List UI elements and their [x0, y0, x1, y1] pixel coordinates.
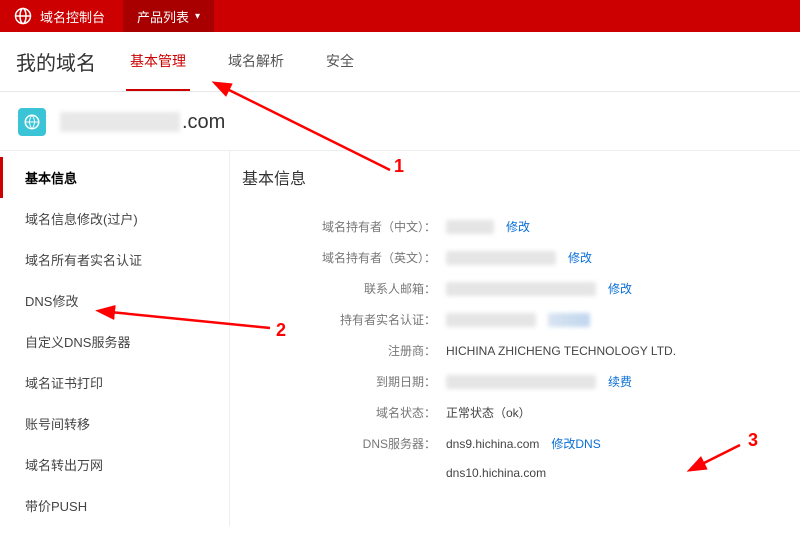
link-modify-owner-cn[interactable]: 修改 — [506, 218, 530, 235]
content: 基本信息 域名持有者（中文）： 修改 域名持有者（英文）： 修改 联系人邮箱： … — [230, 151, 800, 526]
globe-icon — [14, 7, 32, 25]
row-dns1: DNS服务器： dns9.hichina.com 修改DNS — [240, 428, 800, 459]
row-owner-cn: 域名持有者（中文）： 修改 — [240, 211, 800, 242]
sidebar-item-account-transfer[interactable]: 账号间转移 — [0, 403, 229, 444]
info-table: 域名持有者（中文）： 修改 域名持有者（英文）： 修改 联系人邮箱： 修改 持有… — [240, 211, 800, 487]
console-title: 域名控制台 — [40, 7, 105, 26]
link-renew[interactable]: 续费 — [608, 373, 632, 390]
www-icon — [18, 108, 46, 136]
sidebar-item-push[interactable]: 带价PUSH — [0, 485, 229, 526]
blurred-value — [446, 282, 596, 296]
sidebar: 基本信息 域名信息修改(过户) 域名所有者实名认证 DNS修改 自定义DNS服务… — [0, 151, 230, 526]
sidebar-item-basic-info[interactable]: 基本信息 — [0, 157, 229, 198]
topbar: 域名控制台 产品列表 ▾ — [0, 0, 800, 32]
value-registrar: HICHINA ZHICHENG TECHNOLOGY LTD. — [446, 344, 676, 358]
row-registrar: 注册商： HICHINA ZHICHENG TECHNOLOGY LTD. — [240, 335, 800, 366]
sidebar-item-cert-print[interactable]: 域名证书打印 — [0, 362, 229, 403]
label-status: 域名状态： — [240, 404, 440, 421]
row-contact-email: 联系人邮箱： 修改 — [240, 273, 800, 304]
blurred-value — [446, 313, 536, 327]
subheader: 我的域名 基本管理 域名解析 安全 — [0, 32, 800, 92]
label-owner-en: 域名持有者（英文）： — [240, 249, 440, 266]
label-expire: 到期日期： — [240, 373, 440, 390]
blurred-value — [446, 375, 596, 389]
domain-suffix: .com — [182, 111, 225, 133]
blurred-badge — [548, 313, 590, 327]
value-dns1: dns9.hichina.com — [446, 437, 539, 451]
products-dropdown[interactable]: 产品列表 ▾ — [123, 0, 214, 32]
blurred-value — [446, 251, 556, 265]
label-dns: DNS服务器： — [240, 435, 440, 452]
row-expire: 到期日期： 续费 — [240, 366, 800, 397]
sidebar-item-transfer-out[interactable]: 域名转出万网 — [0, 444, 229, 485]
page-title: 我的域名 — [16, 47, 96, 76]
products-label: 产品列表 — [137, 7, 189, 26]
tabs: 基本管理 域名解析 安全 — [126, 33, 358, 91]
link-modify-email[interactable]: 修改 — [608, 280, 632, 297]
section-title: 基本信息 — [240, 159, 800, 203]
value-dns2: dns10.hichina.com — [446, 466, 546, 480]
label-contact-email: 联系人邮箱： — [240, 280, 440, 297]
label-registrar: 注册商： — [240, 342, 440, 359]
row-realname: 持有者实名认证： — [240, 304, 800, 335]
sidebar-item-custom-dns[interactable]: 自定义DNS服务器 — [0, 321, 229, 362]
row-owner-en: 域名持有者（英文）： 修改 — [240, 242, 800, 273]
row-status: 域名状态： 正常状态（ok） — [240, 397, 800, 428]
label-realname: 持有者实名认证： — [240, 311, 440, 328]
row-dns2: dns10.hichina.com — [240, 459, 800, 487]
tab-basic[interactable]: 基本管理 — [126, 33, 190, 91]
sidebar-item-transfer-owner[interactable]: 域名信息修改(过户) — [0, 198, 229, 239]
domain-blurred — [60, 112, 180, 132]
domain-name: .com — [60, 111, 225, 134]
chevron-down-icon: ▾ — [195, 11, 200, 22]
sidebar-item-dns-modify[interactable]: DNS修改 — [0, 280, 229, 321]
link-modify-dns[interactable]: 修改DNS — [551, 435, 600, 452]
blurred-value — [446, 220, 494, 234]
sidebar-item-realname[interactable]: 域名所有者实名认证 — [0, 239, 229, 280]
tab-security[interactable]: 安全 — [322, 33, 358, 91]
domain-header: .com — [0, 92, 800, 151]
tab-dns-resolve[interactable]: 域名解析 — [224, 33, 288, 91]
main: 基本信息 域名信息修改(过户) 域名所有者实名认证 DNS修改 自定义DNS服务… — [0, 151, 800, 526]
link-modify-owner-en[interactable]: 修改 — [568, 249, 592, 266]
label-owner-cn: 域名持有者（中文）： — [240, 218, 440, 235]
value-status: 正常状态（ok） — [446, 404, 531, 421]
